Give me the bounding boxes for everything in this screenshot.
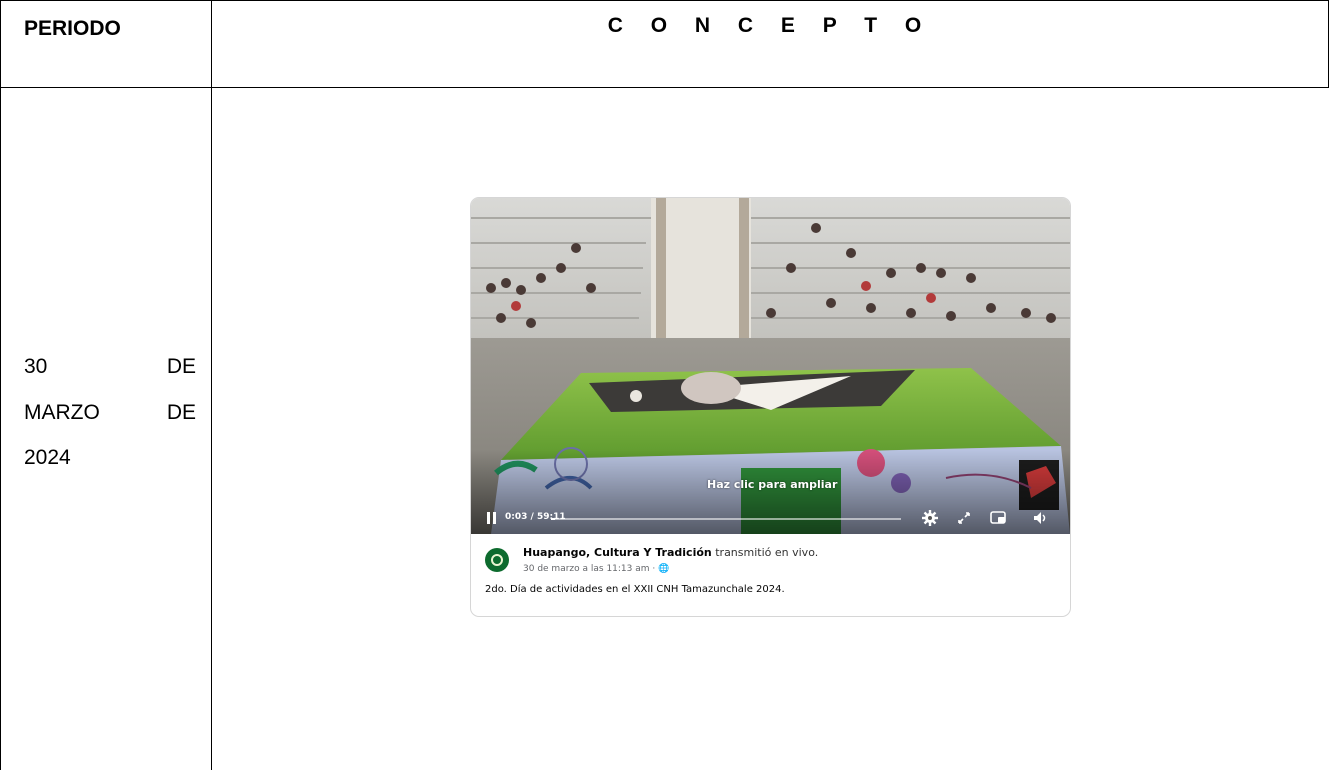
video-progress-fill [551, 518, 555, 520]
table-right-border [1328, 0, 1329, 88]
header-bottom-border [0, 87, 1329, 88]
post-date[interactable]: 30 de marzo a las 11:13 am · 🌐 [523, 564, 669, 574]
header-concepto: C O N C E P T O [607, 14, 933, 37]
date-line-3: 2024 [24, 446, 196, 470]
video-tooltip: Haz clic para ampliar [707, 478, 838, 491]
post-description: 2do. Día de actividades en el XXII CNH T… [485, 584, 785, 595]
post-header: Huapango, Cultura Y Tradición transmitió… [523, 546, 818, 559]
date-day: 30 [24, 355, 48, 378]
date-month: MARZO [24, 401, 100, 424]
table-top-border [0, 0, 1329, 1]
volume-icon[interactable] [1031, 509, 1049, 527]
post-action: transmitió en vivo. [715, 546, 819, 559]
gear-icon[interactable] [921, 509, 939, 527]
date-line-1: 30 DE [24, 355, 196, 379]
picture-in-picture-icon[interactable] [989, 509, 1007, 527]
avatar[interactable] [485, 548, 509, 572]
embedded-post[interactable]: Haz clic para ampliar 0:03 / 59:11 Huapa… [470, 197, 1071, 617]
expand-icon[interactable] [955, 509, 973, 527]
video-time: 0:03 / 59:11 [505, 512, 566, 522]
post-info: Huapango, Cultura Y Tradición transmitió… [471, 534, 1070, 616]
column-divider [211, 0, 212, 770]
date-word-de: DE [166, 355, 196, 378]
video-controls: 0:03 / 59:11 [471, 504, 1070, 534]
page-name-link[interactable]: Huapango, Cultura Y Tradición [523, 546, 712, 559]
video-progress-bar[interactable] [551, 518, 901, 520]
pause-icon[interactable] [487, 512, 497, 524]
date-word-de: DE [166, 401, 196, 424]
table-left-border [0, 0, 1, 770]
date-year: 2024 [24, 446, 71, 469]
video-player[interactable]: Haz clic para ampliar 0:03 / 59:11 [471, 198, 1070, 534]
header-periodo: PERIODO [24, 17, 121, 40]
date-line-2: MARZO DE [24, 401, 196, 425]
